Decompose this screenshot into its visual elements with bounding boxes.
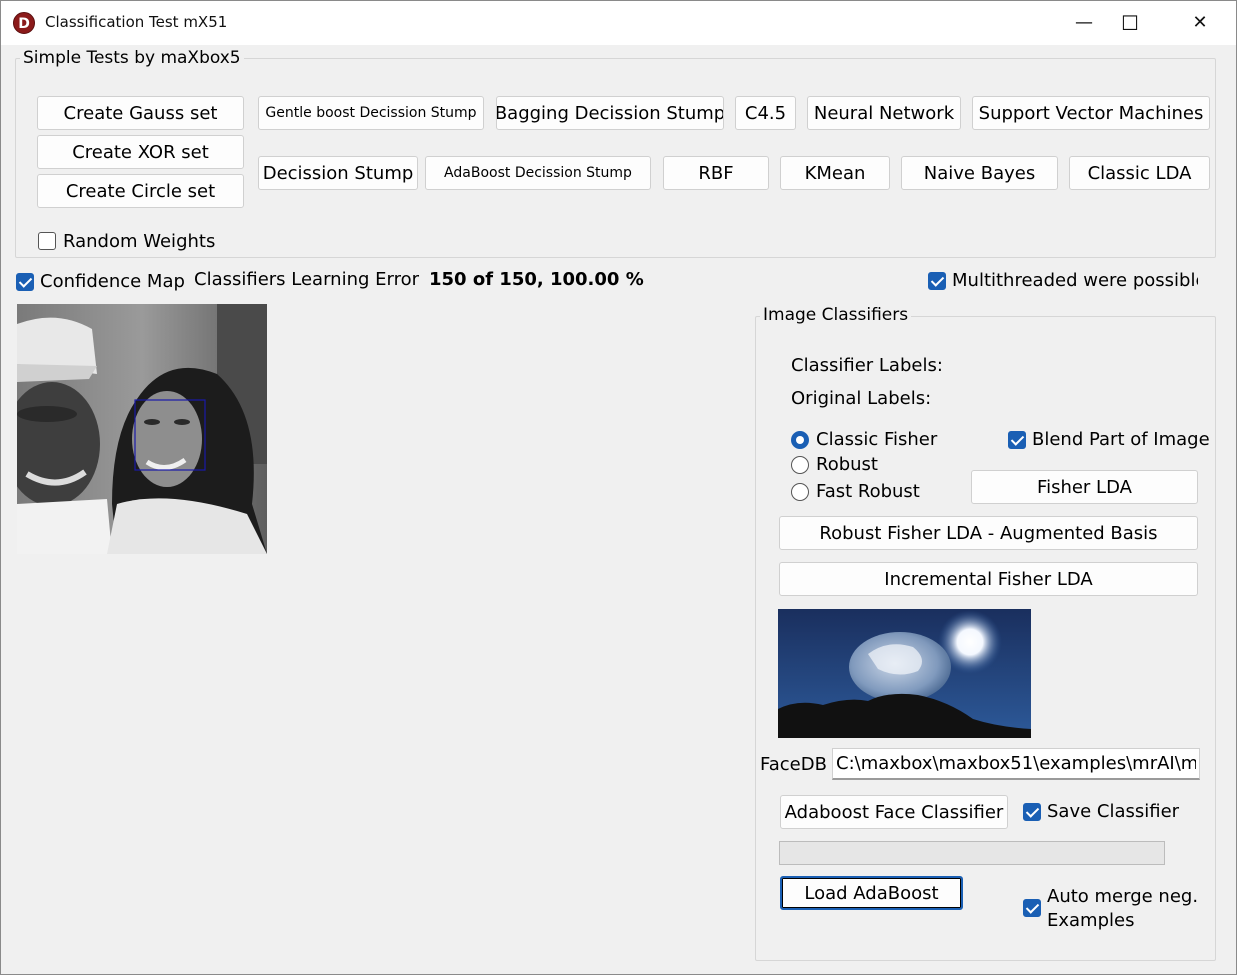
classic-lda-button[interactable]: Classic LDA xyxy=(1069,156,1210,190)
progress-bar xyxy=(779,841,1165,865)
bagging-decission-stump-button[interactable]: Bagging Decission Stump xyxy=(496,96,724,130)
multithreaded-label: Multithreaded were possible xyxy=(952,270,1198,291)
multithreaded-checkbox[interactable] xyxy=(928,272,946,290)
create-xor-set-button[interactable]: Create XOR set xyxy=(37,135,244,169)
face-image xyxy=(17,304,267,554)
minimize-button[interactable]: — xyxy=(1061,1,1107,45)
auto-merge-label-line2: Examples xyxy=(1047,910,1135,931)
rbf-button[interactable]: RBF xyxy=(663,156,769,190)
save-classifier-checkbox[interactable] xyxy=(1023,803,1041,821)
face-photo-illustration xyxy=(17,304,267,554)
blend-part-label: Blend Part of Image xyxy=(1032,429,1210,450)
auto-merge-checkbox[interactable] xyxy=(1023,899,1041,917)
create-gauss-set-button[interactable]: Create Gauss set xyxy=(37,96,244,130)
app-logo-icon: D xyxy=(13,12,35,34)
close-button[interactable]: ✕ xyxy=(1177,1,1223,45)
robust-radio[interactable] xyxy=(791,456,809,474)
confidence-map-checkbox[interactable] xyxy=(16,273,34,291)
learning-error-value: 150 of 150, 100.00 % xyxy=(429,269,644,290)
facedb-label: FaceDB xyxy=(760,754,827,775)
bubble-image xyxy=(778,609,1031,738)
neural-network-button[interactable]: Neural Network xyxy=(807,96,961,130)
classifier-labels-label: Classifier Labels: xyxy=(791,355,943,376)
save-classifier-label: Save Classifier xyxy=(1047,801,1180,822)
classic-fisher-label: Classic Fisher xyxy=(816,429,938,450)
create-circle-set-button[interactable]: Create Circle set xyxy=(37,174,244,208)
gentle-boost-button[interactable]: Gentle boost Decission Stump xyxy=(258,96,484,130)
kmean-button[interactable]: KMean xyxy=(780,156,890,190)
random-weights-label: Random Weights xyxy=(63,231,216,252)
image-classifiers-legend: Image Classifiers xyxy=(760,305,912,325)
title-bar[interactable]: D Classification Test mX51 — ☐ ✕ xyxy=(1,1,1236,45)
naive-bayes-button[interactable]: Naive Bayes xyxy=(901,156,1058,190)
robust-label: Robust xyxy=(816,454,878,475)
decission-stump-button[interactable]: Decission Stump xyxy=(258,156,418,190)
simple-tests-legend: Simple Tests by maXbox5 xyxy=(20,48,244,68)
fisher-lda-button[interactable]: Fisher LDA xyxy=(971,470,1198,504)
original-labels-label: Original Labels: xyxy=(791,388,932,409)
window-title: Classification Test mX51 xyxy=(45,13,228,31)
bubble-photo-illustration xyxy=(778,609,1031,738)
fast-robust-label: Fast Robust xyxy=(816,481,920,502)
fast-robust-radio[interactable] xyxy=(791,483,809,501)
incremental-fisher-lda-button[interactable]: Incremental Fisher LDA xyxy=(779,562,1198,596)
random-weights-checkbox[interactable] xyxy=(38,232,56,250)
adaboost-decission-stump-button[interactable]: AdaBoost Decission Stump xyxy=(425,156,651,190)
learning-error-label: Classifiers Learning Error xyxy=(194,269,420,290)
robust-fisher-lda-button[interactable]: Robust Fisher LDA - Augmented Basis xyxy=(779,516,1198,550)
main-window: D Classification Test mX51 — ☐ ✕ Simple … xyxy=(0,0,1237,975)
load-adaboost-button[interactable]: Load AdaBoost xyxy=(780,876,963,910)
auto-merge-label: Auto merge neg. Examples xyxy=(1047,885,1198,933)
c45-button[interactable]: C4.5 xyxy=(735,96,796,130)
classic-fisher-radio[interactable] xyxy=(791,431,809,449)
auto-merge-label-line1: Auto merge neg. xyxy=(1047,886,1199,907)
confidence-map-label: Confidence Map xyxy=(40,271,185,292)
maximize-button[interactable]: ☐ xyxy=(1107,1,1153,45)
adaboost-face-classifier-button[interactable]: Adaboost Face Classifier xyxy=(780,795,1008,829)
support-vector-machines-button[interactable]: Support Vector Machines xyxy=(972,96,1210,130)
blend-part-checkbox[interactable] xyxy=(1008,431,1026,449)
facedb-path-input[interactable] xyxy=(832,748,1200,780)
